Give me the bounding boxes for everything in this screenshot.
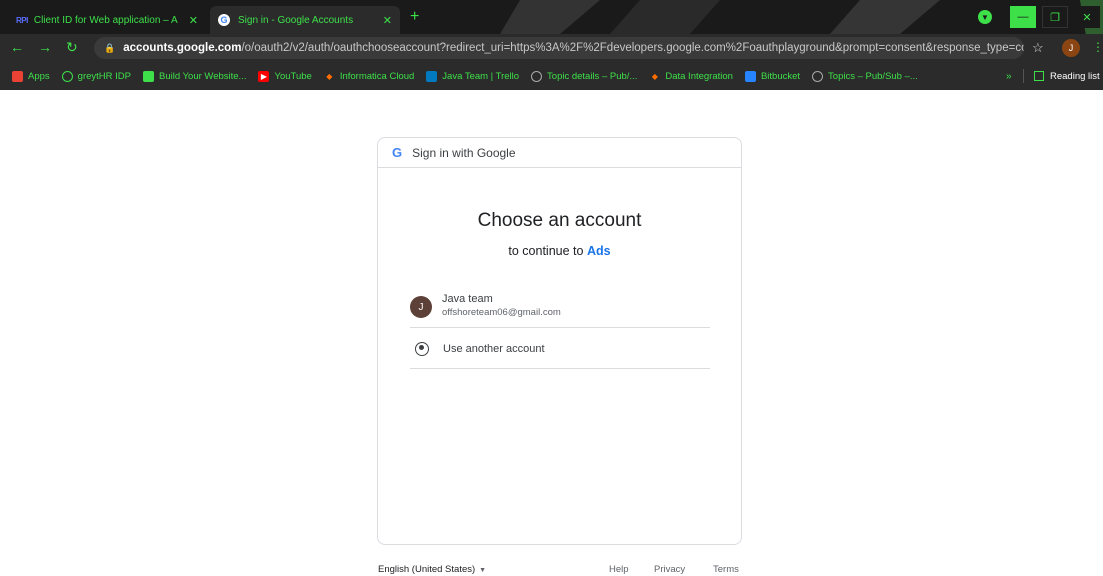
bookmark-topic-details[interactable]: Topic details – Pub/... <box>531 70 638 82</box>
bitbucket-icon <box>744 70 756 82</box>
browser-chrome: RPI Client ID for Web application – A ✕ … <box>0 0 1103 90</box>
app-name-link[interactable]: Ads <box>587 244 611 258</box>
rpi-favicon-icon: RPI <box>16 15 28 25</box>
use-another-account-label: Use another account <box>443 342 545 355</box>
builder-icon <box>142 70 154 82</box>
youtube-icon: ▶ <box>258 70 270 82</box>
avatar: J <box>410 296 432 318</box>
menu-icon[interactable]: ⋮ <box>1092 40 1103 54</box>
bookmark-label: Informatica Cloud <box>339 70 415 82</box>
account-text: Java team offshoreteam06@gmail.com <box>442 288 561 318</box>
sign-in-card: G Sign in with Google Choose an account … <box>377 137 742 545</box>
bookmarks-divider <box>1023 69 1024 83</box>
profile-avatar[interactable]: J <box>1062 39 1080 57</box>
chevron-down-icon: ▼ <box>479 567 487 574</box>
apps-grid-icon <box>12 70 23 82</box>
bookmark-data-integration[interactable]: ◆ Data Integration <box>649 71 733 82</box>
bookmarks-bar: Apps greytHR IDP Build Your Website... ▶… <box>0 62 1103 90</box>
terms-link[interactable]: Terms <box>713 564 739 575</box>
bookmark-topics-pubsub[interactable]: Topics – Pub/Sub –... <box>812 70 918 82</box>
account-email: offshoreteam06@gmail.com <box>442 307 561 318</box>
bookmark-build-website[interactable]: Build Your Website... <box>142 70 247 82</box>
account-item[interactable]: J Java team offshoreteam06@gmail.com <box>410 288 710 328</box>
language-label: English (United States) <box>378 564 476 575</box>
toolbar: ← → ↻ 🔒 accounts.google.com /o/oauth2/v2… <box>0 34 1103 62</box>
forward-icon[interactable]: → <box>38 39 52 55</box>
bookmark-label: Bitbucket <box>760 70 801 82</box>
card-header-label: Sign in with Google <box>412 145 516 160</box>
bookmark-youtube[interactable]: ▶ YouTube <box>258 70 312 82</box>
pubsub-icon <box>812 70 824 82</box>
card-header: G Sign in with Google <box>378 138 741 168</box>
lock-icon: 🔒 <box>104 42 116 53</box>
url-domain: accounts.google.com <box>123 42 242 54</box>
reload-icon[interactable]: ↻ <box>66 39 78 56</box>
reading-list-icon <box>1034 71 1044 81</box>
bookmark-label: Build Your Website... <box>158 70 247 82</box>
subtitle-prefix: to continue to <box>508 244 584 258</box>
bookmark-trello[interactable]: Java Team | Trello <box>426 70 520 82</box>
bookmark-label: YouTube <box>274 70 312 82</box>
bookmark-star-icon[interactable]: ☆ <box>1032 40 1044 56</box>
google-favicon-icon: G <box>218 14 230 26</box>
bookmark-label: greytHR IDP <box>77 70 131 82</box>
new-tab-icon[interactable]: + <box>410 8 419 26</box>
informatica-icon: ◆ <box>651 71 658 81</box>
url-path: /o/oauth2/v2/auth/oauthchooseaccount?red… <box>241 42 1024 54</box>
minimize-button[interactable]: — <box>1010 6 1036 28</box>
bookmark-label: Data Integration <box>665 70 733 82</box>
language-selector[interactable]: English (United States) ▼ <box>378 564 486 575</box>
trello-icon <box>426 70 438 82</box>
bookmark-greythr[interactable]: greytHR IDP <box>61 70 131 82</box>
bookmark-label: Apps <box>28 70 50 82</box>
tab-client-id[interactable]: RPI Client ID for Web application – A ✕ <box>6 6 206 34</box>
pubsub-icon <box>531 70 543 82</box>
page-title: Choose an account <box>477 210 642 231</box>
reading-list-label: Reading list <box>1050 70 1100 82</box>
bookmark-bitbucket[interactable]: Bitbucket <box>744 70 801 82</box>
close-tab-icon[interactable]: ✕ <box>189 14 198 27</box>
account-circle-icon <box>415 341 429 356</box>
bookmark-label: Topics – Pub/Sub –... <box>828 70 918 82</box>
close-tab-icon[interactable]: ✕ <box>383 14 392 27</box>
tab-strip: RPI Client ID for Web application – A ✕ … <box>0 0 1103 34</box>
use-another-account-button[interactable]: Use another account <box>410 329 710 369</box>
tab-title: Sign in - Google Accounts <box>238 14 354 26</box>
bookmark-label: Topic details – Pub/... <box>547 70 638 82</box>
bookmark-apps[interactable]: Apps <box>12 70 50 82</box>
google-logo-icon: G <box>392 145 403 160</box>
account-name: Java team <box>442 293 493 305</box>
close-window-button[interactable]: ✕ <box>1074 6 1100 28</box>
page-subtitle: to continue to Ads <box>378 244 741 258</box>
extension-icon[interactable]: ▼ <box>978 10 992 24</box>
tab-title: Client ID for Web application – A <box>33 14 178 26</box>
help-link[interactable]: Help <box>609 564 629 575</box>
more-bookmarks-icon[interactable]: » <box>1006 71 1012 82</box>
reading-list-button[interactable]: Reading list <box>1034 71 1100 82</box>
bookmark-label: Java Team | Trello <box>442 70 520 82</box>
tab-sign-in[interactable]: G Sign in - Google Accounts ✕ <box>210 6 400 34</box>
address-bar[interactable]: 🔒 accounts.google.com /o/oauth2/v2/auth/… <box>94 37 1024 59</box>
greythr-icon <box>61 70 73 82</box>
restore-button[interactable]: ❐ <box>1042 6 1068 28</box>
privacy-link[interactable]: Privacy <box>654 564 685 575</box>
bookmark-informatica[interactable]: ◆ Informatica Cloud <box>324 71 414 82</box>
back-icon[interactable]: ← <box>10 39 24 55</box>
informatica-icon: ◆ <box>326 71 333 81</box>
